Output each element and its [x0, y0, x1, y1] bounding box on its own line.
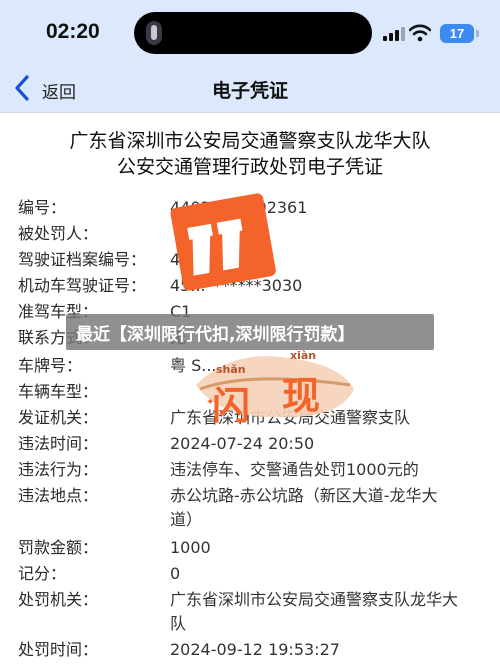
field-label: 处罚机关： [18, 590, 99, 609]
field-value: 广东省深圳市公安局交通警察支队龙华大队 [170, 590, 459, 633]
field-label: 发证机关： [18, 408, 99, 427]
field-label: 编号： [18, 198, 67, 217]
field-label: 车牌号： [18, 356, 83, 375]
field-value: 2024-07-24 20:50 [170, 434, 315, 453]
field-label: 车辆车型： [18, 382, 99, 401]
field-value: 赤公坑路-赤公坑路（新区大道-龙华大道） [170, 486, 438, 529]
field-value: 违法停车、交警通告处罚1000元的 [170, 460, 419, 479]
document-title: 广东省深圳市公安局交通警察支队龙华大队 公安交通管理行政处罚电子凭证 [0, 128, 500, 180]
dynamic-island [134, 12, 372, 54]
watermark-wordmark: ✦ shǎn xiàn 闪 现 [190, 345, 360, 428]
battery-indicator: 17 [440, 24, 474, 43]
flashlight-icon [146, 21, 162, 45]
field-value: 1000 [170, 538, 211, 557]
field-label: 被处罚人： [18, 224, 99, 243]
field-label: 违法行为： [18, 460, 99, 479]
document-title-line2: 公安交通管理行政处罚电子凭证 [116, 156, 383, 178]
signal-icon [383, 27, 405, 41]
pinyin-xian: xiàn [290, 349, 317, 362]
document-title-line1: 广东省深圳市公安局交通警察支队龙华大队 [69, 130, 431, 152]
wordmark-char-1: 闪 [212, 384, 251, 428]
field-label: 记分： [18, 564, 67, 583]
nav-bar: 返回 电子凭证 [0, 66, 500, 113]
field-label: 处罚时间： [18, 640, 99, 659]
field-label: 机动车驾驶证号： [18, 276, 147, 295]
wifi-icon [409, 24, 431, 42]
field-value: 2024-09-12 19:53:27 [170, 640, 340, 659]
status-bar: 02:20 17 [0, 0, 500, 66]
banner-text: 最近【深圳限行代扣,深圳限行罚款】 [76, 325, 355, 345]
battery-tip [476, 30, 479, 37]
field-label: 违法时间： [18, 434, 99, 453]
field-label: 驾驶证档案编号： [18, 250, 147, 269]
watermark-logo-icon [170, 193, 276, 291]
page-title: 电子凭证 [211, 80, 288, 102]
wordmark-char-2: 现 [282, 374, 321, 418]
field-label: 违法地点： [18, 486, 99, 505]
field-label: 罚款金额： [18, 538, 99, 557]
field-value: 0 [170, 564, 181, 583]
status-time: 02:20 [46, 20, 100, 43]
